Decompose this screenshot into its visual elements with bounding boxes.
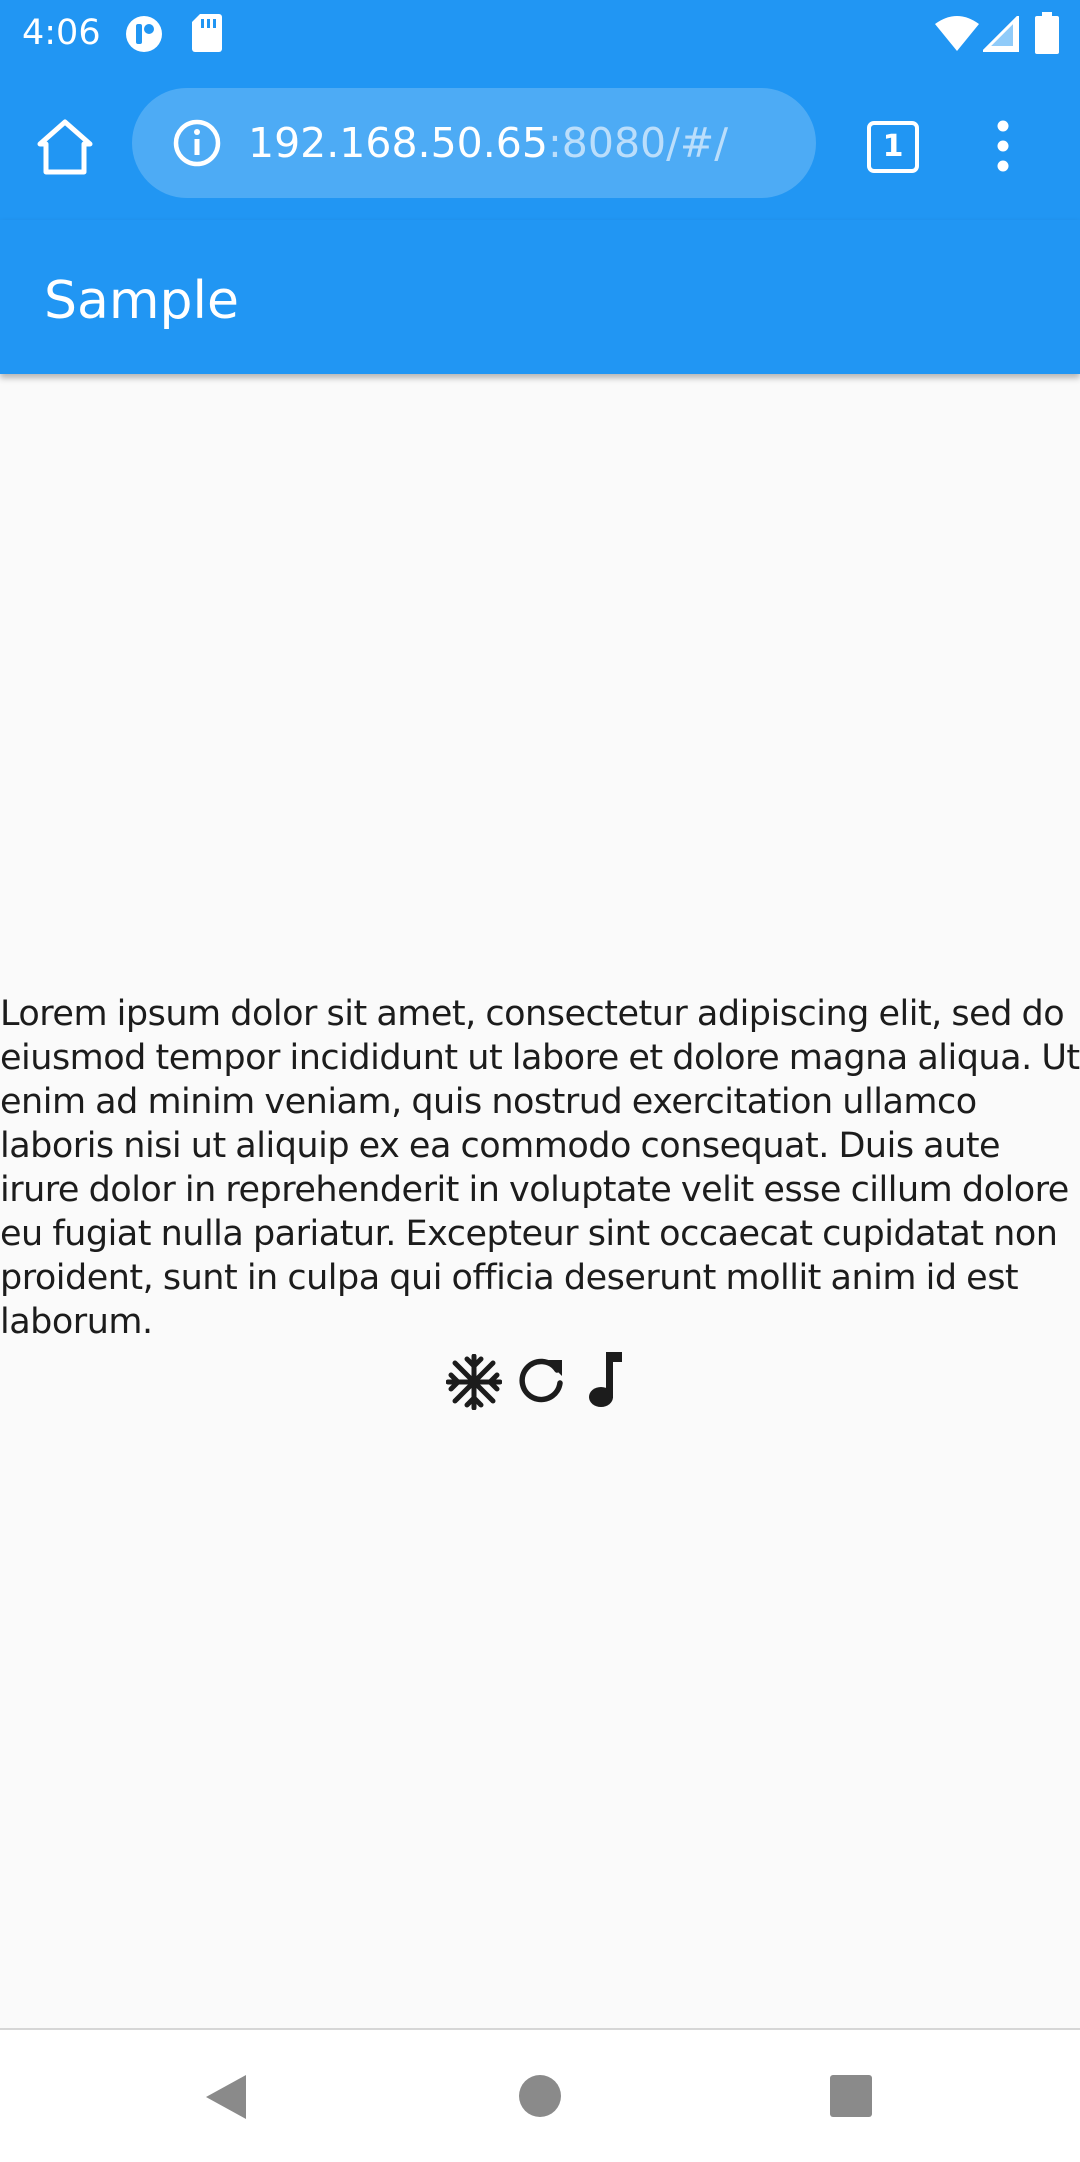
- overflow-menu-icon[interactable]: [985, 118, 1021, 174]
- browser-home-icon[interactable]: [34, 116, 96, 178]
- tab-switcher-button[interactable]: 1: [867, 121, 919, 173]
- url-path: :8080/#/: [547, 119, 729, 167]
- app-bar: Sample: [0, 220, 1080, 374]
- cell-signal-icon: [983, 16, 1019, 52]
- refresh-icon: [519, 1358, 563, 1403]
- snowflake-icon: [446, 1354, 502, 1410]
- browser-toolbar: 192.168.50.65:8080/#/ 1: [0, 66, 1080, 220]
- back-button[interactable]: [204, 2074, 248, 2120]
- app-notification-icon: [126, 16, 162, 52]
- url-host: 192.168.50.65: [248, 119, 548, 167]
- battery-icon: [1035, 12, 1059, 54]
- address-bar[interactable]: 192.168.50.65:8080/#/: [132, 88, 816, 198]
- system-nav-bar: [0, 2028, 1080, 2162]
- url-text[interactable]: 192.168.50.65:8080/#/: [248, 116, 728, 170]
- lorem-paragraph: Lorem ipsum dolor sit amet, consectetur …: [0, 994, 1080, 1342]
- recents-button[interactable]: [829, 2074, 873, 2118]
- home-button[interactable]: [518, 2074, 562, 2118]
- info-icon[interactable]: [172, 118, 222, 168]
- status-bar: 4:06: [0, 0, 1080, 66]
- icon-row: [440, 1350, 640, 1410]
- wifi-icon: [935, 16, 979, 51]
- music-note-icon: [589, 1352, 622, 1407]
- status-time: 4:06: [22, 13, 101, 53]
- page-title: Sample: [44, 271, 239, 331]
- sd-card-icon: [192, 14, 222, 52]
